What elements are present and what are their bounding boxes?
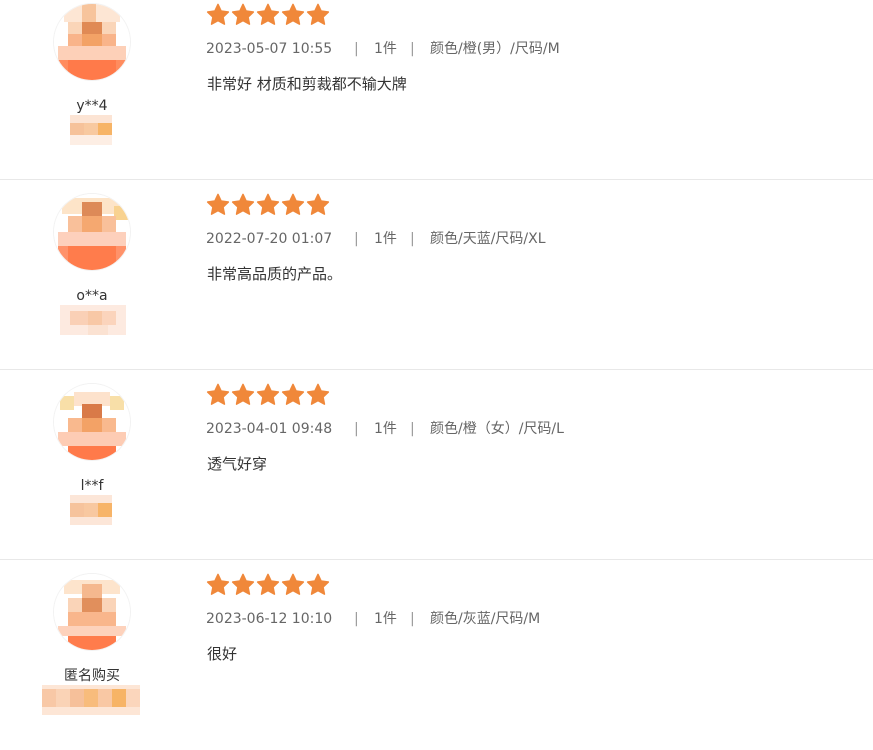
- star-rating: [206, 573, 330, 597]
- level-badge-icon: [42, 685, 140, 715]
- reviewer-info: o**a: [46, 180, 138, 370]
- star-icon: [281, 3, 305, 25]
- meta-separator: |: [410, 41, 415, 57]
- review-date: 2022-07-20 01:07: [206, 231, 333, 247]
- star-icon: [231, 3, 255, 25]
- review-item: l**f 2023-04-01 09:48 | 1件 | 颜色/橙（女）/尺码/…: [0, 370, 873, 560]
- star-icon: [306, 3, 330, 25]
- avatar: [54, 194, 130, 270]
- review-list: y**4 2023-05-07 10:55 | 1件 | 颜色/橙(男）/尺码/…: [0, 0, 873, 750]
- product-spec: 颜色/天蓝/尺码/XL: [430, 231, 546, 247]
- review-comment: 很好: [207, 645, 238, 663]
- star-icon: [306, 573, 330, 595]
- star-icon: [206, 193, 230, 215]
- meta-separator: |: [410, 231, 415, 247]
- meta-separator: |: [354, 421, 359, 437]
- review-meta: 2023-04-01 09:48 | 1件 | 颜色/橙（女）/尺码/L: [206, 420, 564, 438]
- star-icon: [256, 573, 280, 595]
- product-spec: 颜色/橙(男）/尺码/M: [430, 41, 560, 57]
- level-badge-icon: [70, 115, 112, 145]
- purchase-quantity: 1件: [374, 421, 397, 437]
- avatar: [54, 4, 130, 80]
- star-icon: [231, 383, 255, 405]
- product-spec: 颜色/橙（女）/尺码/L: [430, 421, 564, 437]
- level-badge-icon: [60, 305, 126, 335]
- review-date: 2023-05-07 10:55: [206, 41, 333, 57]
- reviewer-name: o**a: [76, 288, 108, 304]
- review-item: y**4 2023-05-07 10:55 | 1件 | 颜色/橙(男）/尺码/…: [0, 0, 873, 180]
- review-item: o**a 2022-07-20 01:07 | 1件 | 颜色/天蓝/尺码/XL…: [0, 180, 873, 370]
- meta-separator: |: [354, 41, 359, 57]
- purchase-quantity: 1件: [374, 41, 397, 57]
- star-icon: [306, 193, 330, 215]
- reviewer-name: y**4: [76, 98, 108, 114]
- review-meta: 2023-06-12 10:10 | 1件 | 颜色/灰蓝/尺码/M: [206, 610, 540, 628]
- star-icon: [256, 3, 280, 25]
- star-icon: [231, 193, 255, 215]
- reviewer-name: 匿名购买: [64, 668, 120, 684]
- star-icon: [256, 193, 280, 215]
- review-date: 2023-06-12 10:10: [206, 611, 333, 627]
- star-rating: [206, 383, 330, 407]
- product-spec: 颜色/灰蓝/尺码/M: [430, 611, 541, 627]
- star-icon: [281, 193, 305, 215]
- purchase-quantity: 1件: [374, 231, 397, 247]
- review-item: 匿名购买 2023-06-12 10:10 | 1件 | 颜色/灰蓝/尺码/M …: [0, 560, 873, 750]
- star-icon: [281, 383, 305, 405]
- star-icon: [231, 573, 255, 595]
- star-icon: [256, 383, 280, 405]
- review-comment: 透气好穿: [207, 455, 268, 473]
- star-rating: [206, 193, 330, 217]
- reviewer-info: y**4: [46, 0, 138, 180]
- avatar: [54, 574, 130, 650]
- avatar: [54, 384, 130, 460]
- review-date: 2023-04-01 09:48: [206, 421, 333, 437]
- star-icon: [306, 383, 330, 405]
- star-icon: [206, 3, 230, 25]
- purchase-quantity: 1件: [374, 611, 397, 627]
- review-comment: 非常好 材质和剪裁都不输大牌: [207, 75, 407, 93]
- star-icon: [206, 573, 230, 595]
- meta-separator: |: [354, 231, 359, 247]
- reviewer-info: l**f: [46, 370, 138, 560]
- star-rating: [206, 3, 330, 27]
- level-badge-icon: [70, 495, 112, 525]
- review-meta: 2022-07-20 01:07 | 1件 | 颜色/天蓝/尺码/XL: [206, 230, 546, 248]
- meta-separator: |: [410, 421, 415, 437]
- meta-separator: |: [354, 611, 359, 627]
- meta-separator: |: [410, 611, 415, 627]
- star-icon: [206, 383, 230, 405]
- reviewer-name: l**f: [80, 478, 104, 494]
- reviewer-info: 匿名购买: [42, 560, 140, 750]
- review-meta: 2023-05-07 10:55 | 1件 | 颜色/橙(男）/尺码/M: [206, 40, 560, 58]
- review-comment: 非常高品质的产品。: [207, 265, 343, 283]
- star-icon: [281, 573, 305, 595]
